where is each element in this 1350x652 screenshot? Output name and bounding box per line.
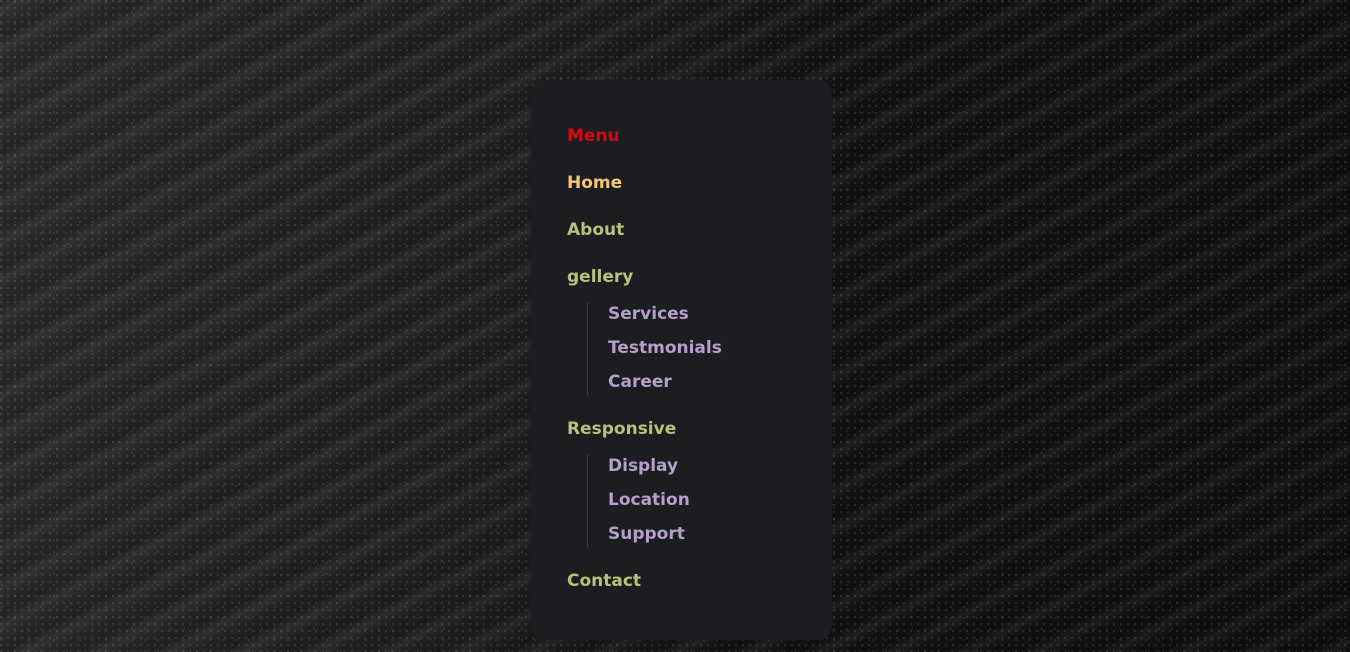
submenu-item-support[interactable]: Support [608,524,685,544]
menu-item-responsive[interactable]: Responsive [567,419,676,439]
menu-item-contact[interactable]: Contact [567,571,641,591]
menu-panel: Menu Home About gellery Services Testmon… [531,80,832,640]
menu-item-home[interactable]: Home [567,173,622,193]
submenu-item-services[interactable]: Services [608,304,689,324]
menu-item-about[interactable]: About [567,220,624,240]
submenu-item-display[interactable]: Display [608,456,678,476]
menu-title: Menu [567,126,620,146]
submenu-item-location[interactable]: Location [608,490,690,510]
gallery-submenu-divider [587,302,588,396]
submenu-item-testmonials[interactable]: Testmonials [608,338,722,358]
responsive-submenu-divider [587,454,588,548]
menu-item-gallery[interactable]: gellery [567,267,633,287]
submenu-item-career[interactable]: Career [608,372,672,392]
